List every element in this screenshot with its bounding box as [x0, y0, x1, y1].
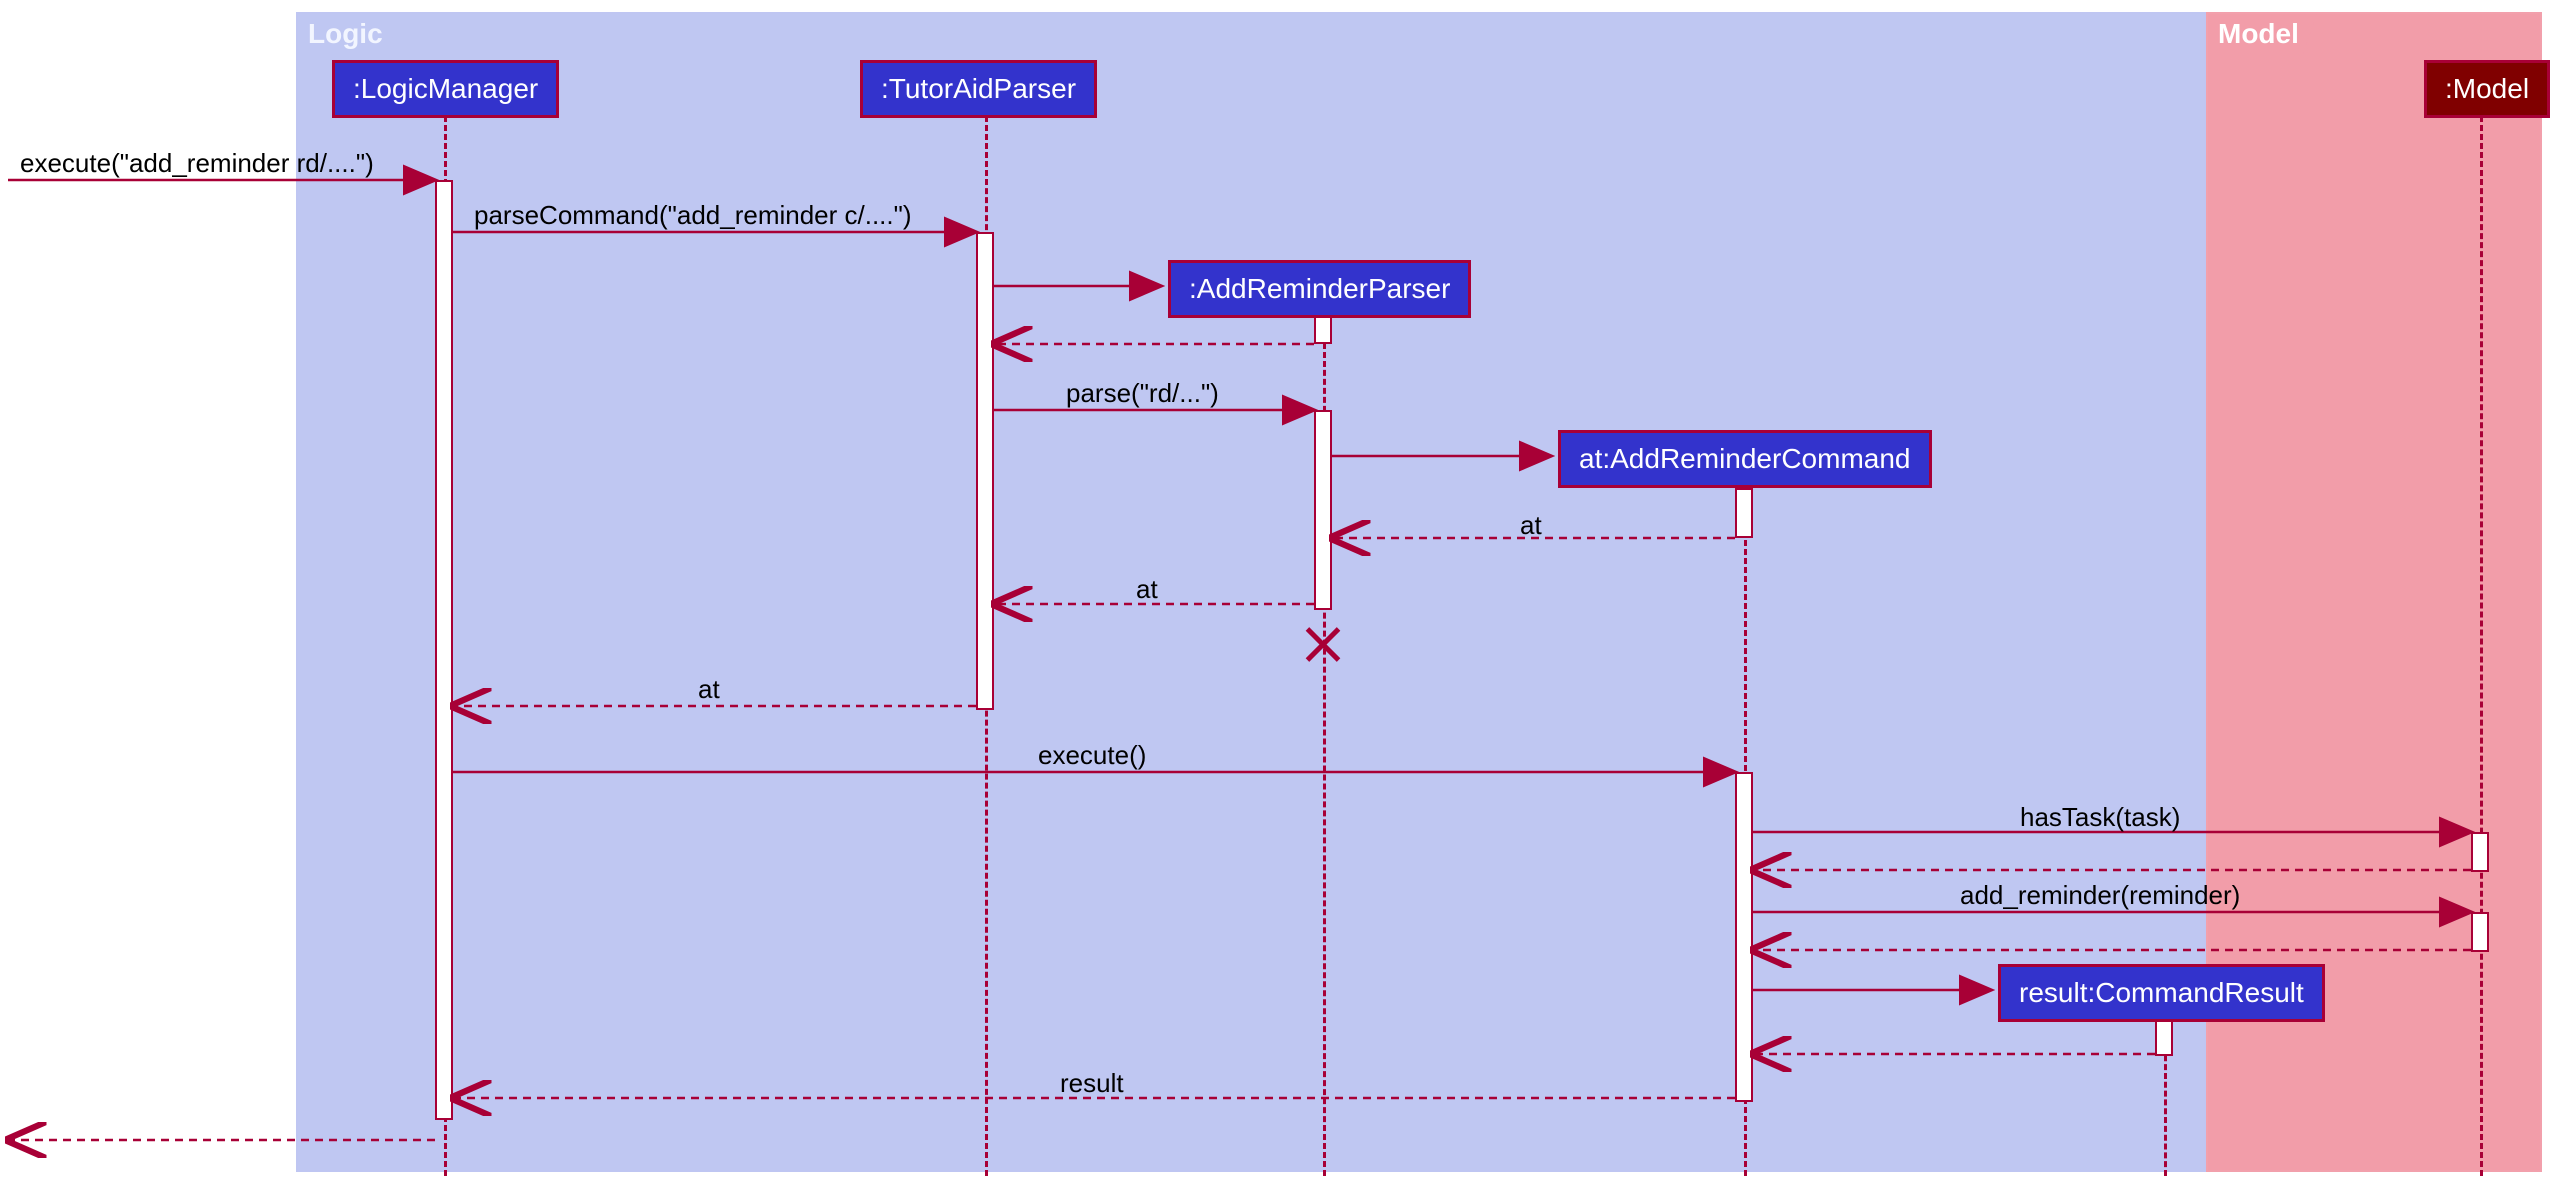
activation-arp-create [1314, 316, 1332, 344]
logic-frame: Logic [296, 12, 2206, 1172]
activation-commandresult [2155, 1020, 2173, 1056]
participant-addreminderparser: :AddReminderParser [1168, 260, 1471, 318]
msg-parsecommand: parseCommand("add_reminder c/....") [474, 200, 912, 231]
participant-model: :Model [2424, 60, 2550, 118]
logic-frame-label: Logic [298, 14, 401, 54]
activation-tutoraidparser [976, 232, 994, 710]
msg-execute: execute() [1038, 740, 1146, 771]
activation-model-addrem [2471, 912, 2489, 952]
activation-logicmanager [435, 180, 453, 1120]
msg-return-at1: at [1520, 510, 1542, 541]
model-frame-label: Model [2208, 14, 2317, 54]
activation-model-hastask [2471, 832, 2489, 872]
msg-return-result: result [1060, 1068, 1124, 1099]
lifeline-model [2480, 116, 2483, 1176]
msg-return-at2: at [1136, 574, 1158, 605]
activation-arp-parse [1314, 410, 1332, 610]
msg-addreminder: add_reminder(reminder) [1960, 880, 2240, 911]
msg-return-at3: at [698, 674, 720, 705]
msg-parse: parse("rd/...") [1066, 378, 1219, 409]
participant-tutoraidparser: :TutorAidParser [860, 60, 1097, 118]
activation-arc-exec [1735, 772, 1753, 1102]
msg-hastask: hasTask(task) [2020, 802, 2180, 833]
participant-commandresult: result:CommandResult [1998, 964, 2325, 1022]
msg-execute-in: execute("add_reminder rd/....") [20, 148, 374, 179]
participant-addremindercommand: at:AddReminderCommand [1558, 430, 1932, 488]
activation-arc-create [1735, 488, 1753, 538]
participant-logicmanager: :LogicManager [332, 60, 559, 118]
